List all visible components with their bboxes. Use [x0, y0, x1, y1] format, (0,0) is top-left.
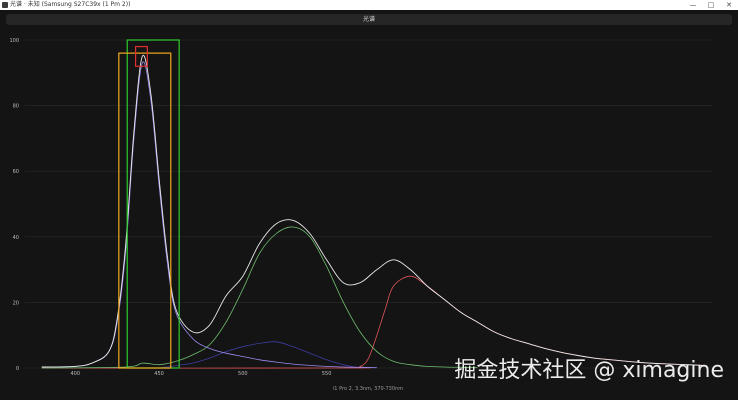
y-tick-label: 0 — [16, 366, 19, 372]
y-tick-label: 100 — [9, 38, 19, 44]
minimize-icon[interactable]: — — [686, 0, 700, 10]
series-line-white — [41, 54, 704, 368]
peak-box-red — [134, 45, 148, 67]
chart-series — [41, 54, 704, 369]
maximize-icon[interactable]: □ — [704, 0, 718, 10]
series-line-blue — [41, 61, 377, 369]
y-tick-label: 20 — [13, 300, 19, 306]
spectrum-toolbar[interactable]: 光谱 — [6, 14, 732, 25]
chart-grid — [25, 39, 712, 369]
x-tick-label: 550 — [322, 371, 332, 377]
x-tick-label: 400 — [70, 371, 80, 377]
x-tick-label: 450 — [154, 371, 164, 377]
close-icon[interactable]: ✕ — [722, 0, 736, 10]
app-icon — [2, 2, 8, 8]
watermark: 掘金技术社区 @ ximagine — [454, 358, 724, 383]
series-line-blue-dark — [158, 341, 361, 369]
x-axis-label: i1 Pro 2, 3.3nm, 370-730nm — [333, 386, 403, 392]
y-tick-label: 80 — [13, 104, 19, 110]
series-line-green — [41, 226, 478, 369]
y-tick-label: 40 — [13, 235, 19, 241]
x-tick-label: 500 — [238, 371, 248, 377]
spectrum-chart: 0 20 40 60 80 100 400 450 500 550 i1 Pro 2, 3.3nm… — [9, 38, 712, 392]
y-tick-label: 60 — [13, 169, 19, 175]
title-bar: 光谱 · 未知 (Samsung S27C39x (1 Pm 2)) — □ ✕ — [0, 0, 738, 10]
window-title: 光谱 · 未知 (Samsung S27C39x (1 Pm 2)) — [10, 1, 131, 8]
